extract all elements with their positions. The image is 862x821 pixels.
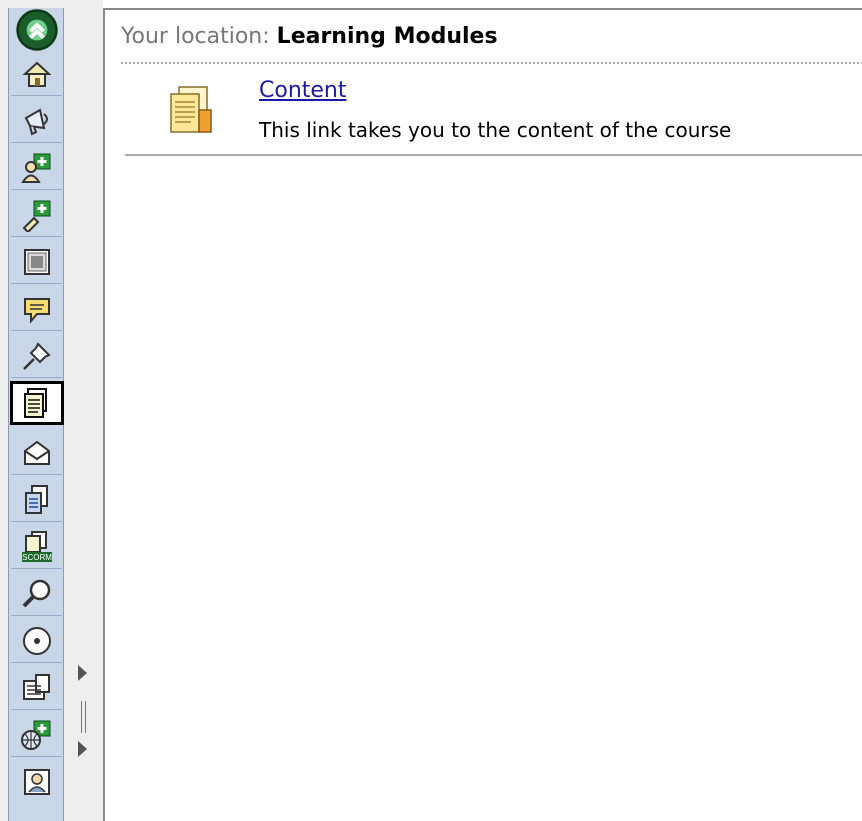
toolbar-group-add[interactable] <box>11 146 62 190</box>
collapse-icon <box>16 9 58 51</box>
group-add-icon <box>20 153 50 183</box>
toolbar-calendar[interactable] <box>11 240 62 284</box>
toolbar-chat[interactable] <box>11 287 62 331</box>
learning-modules-icon <box>24 388 47 418</box>
toolbar-profile[interactable] <box>11 760 62 804</box>
content-description: This link takes you to the content of th… <box>259 118 732 142</box>
calendar-icon <box>23 248 50 275</box>
collapse-button[interactable] <box>15 9 59 51</box>
toolbar-mail[interactable] <box>11 431 62 475</box>
search-icon <box>22 579 50 607</box>
frame-splitter[interactable] <box>76 665 90 765</box>
toolbar-copy[interactable] <box>11 666 62 710</box>
chat-icon <box>23 297 50 324</box>
copy-icon <box>22 673 50 700</box>
toolbar-home[interactable] <box>11 52 62 96</box>
toolbar-user-add[interactable] <box>11 193 62 237</box>
breadcrumb: Your location: Learning Modules <box>121 24 498 49</box>
toolbar-web-group[interactable] <box>11 713 62 757</box>
breadcrumb-label: Your location: <box>121 24 270 49</box>
user-add-icon <box>22 200 50 232</box>
documents-icon <box>24 484 48 514</box>
splitter-grip[interactable] <box>81 701 82 733</box>
profile-icon <box>23 769 50 795</box>
expand-arrow-icon[interactable] <box>78 665 87 681</box>
tool-sidebar: SCORM <box>8 8 64 821</box>
breadcrumb-current: Learning Modules <box>276 24 498 49</box>
announcements-icon <box>24 107 48 135</box>
home-icon <box>21 61 52 87</box>
cd-icon <box>22 626 51 655</box>
toolbar-announcements[interactable] <box>11 99 62 143</box>
splitter-grip[interactable] <box>85 701 86 733</box>
toolbar-pin[interactable] <box>11 334 62 378</box>
toolbar-search[interactable] <box>11 572 62 616</box>
divider <box>121 62 862 64</box>
toolbar-scorm[interactable]: SCORM <box>11 525 62 569</box>
svg-text:SCORM: SCORM <box>22 553 52 562</box>
scorm-icon: SCORM <box>21 530 52 562</box>
web-group-icon <box>20 720 50 750</box>
toolbar-documents[interactable] <box>11 478 62 522</box>
toolbar-cd[interactable] <box>11 619 62 663</box>
list-item: Content This link takes you to the conte… <box>125 70 862 156</box>
content-link[interactable]: Content <box>259 78 347 103</box>
document-pages-icon <box>163 84 215 140</box>
expand-arrow-icon[interactable] <box>78 741 87 757</box>
mail-icon <box>23 440 50 465</box>
content-frame: Your location: Learning Modules Content … <box>103 8 862 821</box>
pin-icon <box>22 341 51 370</box>
toolbar-learning-modules[interactable] <box>10 381 64 425</box>
